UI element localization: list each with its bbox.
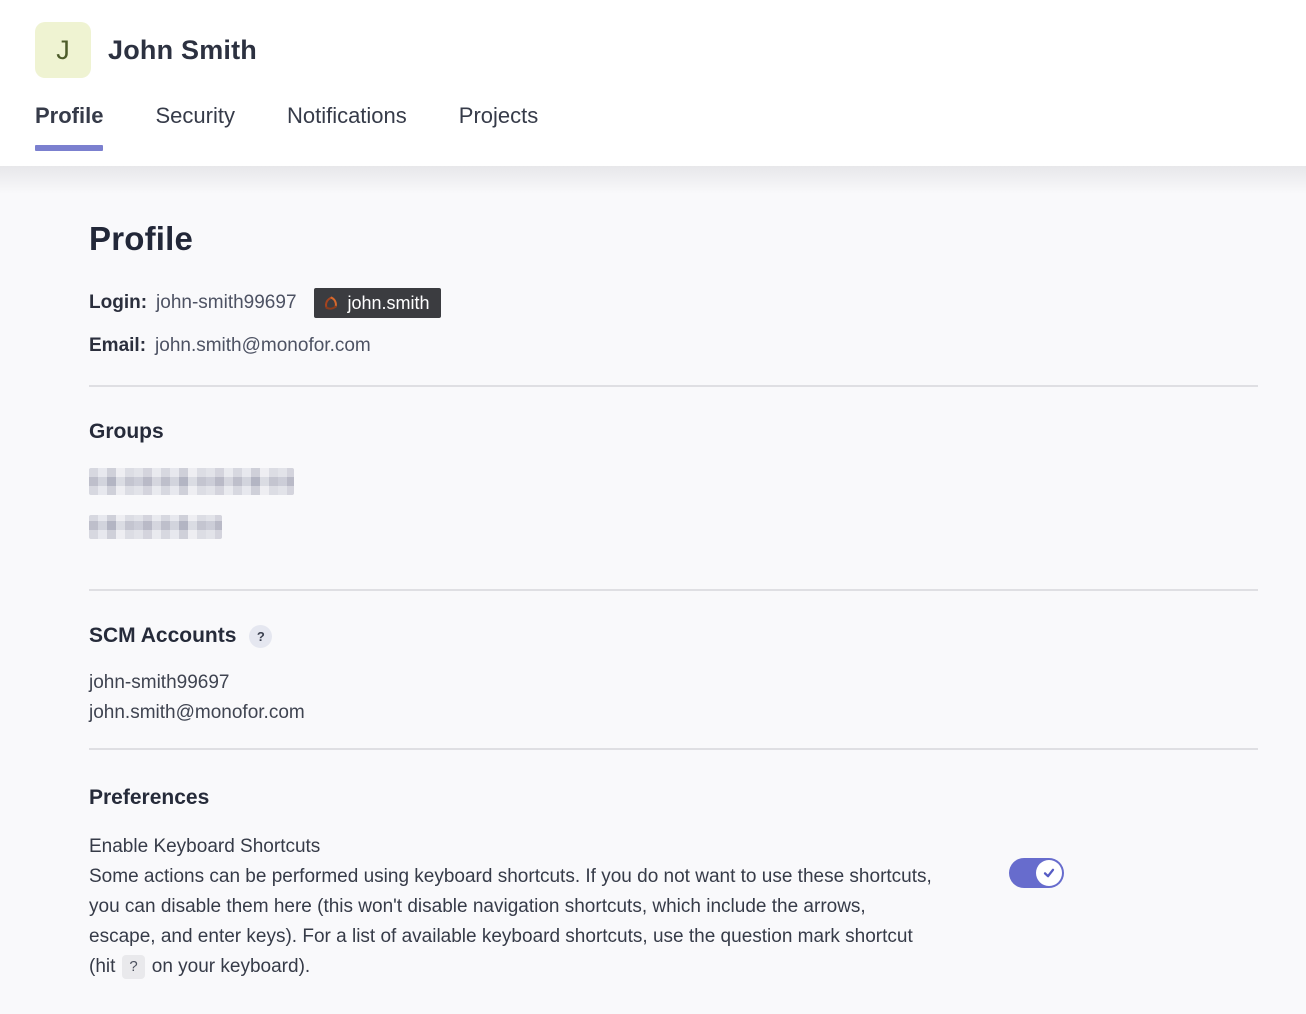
description-after-kbd: on your keyboard).: [152, 956, 310, 977]
tab-notifications[interactable]: Notifications: [287, 102, 407, 130]
groups-heading-label: Groups: [89, 420, 164, 444]
login-label: Login:: [89, 292, 147, 314]
page-title: Profile: [89, 220, 1306, 258]
user-name: John Smith: [108, 35, 257, 66]
keyboard-shortcuts-description: Some actions can be performed using keyb…: [89, 862, 934, 982]
group-item-redacted: [89, 515, 222, 539]
login-row: Login: john-smith99697 john.smith: [89, 288, 1306, 318]
provider-triangle-knot-icon: [321, 293, 341, 313]
keyboard-shortcuts-toggle[interactable]: [1009, 858, 1064, 888]
scm-account: john.smith@monofor.com: [89, 698, 1306, 728]
email-value: john.smith@monofor.com: [155, 335, 371, 357]
preferences-heading: Preferences: [89, 786, 1306, 810]
section-divider: [89, 589, 1258, 591]
kbd-question-mark: ?: [122, 955, 144, 979]
scm-accounts-heading-label: SCM Accounts: [89, 624, 236, 648]
toggle-knob: [1036, 860, 1062, 886]
avatar-letter: J: [56, 35, 70, 66]
scm-accounts-heading: SCM Accounts ?: [89, 624, 1306, 648]
scm-accounts-list: john-smith99697 john.smith@monofor.com: [89, 668, 1306, 728]
tab-projects[interactable]: Projects: [459, 102, 538, 130]
keyboard-shortcuts-label: Enable Keyboard Shortcuts: [89, 832, 934, 862]
section-divider: [89, 748, 1258, 750]
section-divider: [89, 385, 1258, 387]
scm-account: john-smith99697: [89, 668, 1306, 698]
avatar: J: [35, 22, 91, 78]
groups-heading: Groups: [89, 420, 1306, 444]
login-value: john-smith99697: [156, 292, 296, 314]
profile-tabs: Profile Security Notifications Projects: [0, 102, 1306, 130]
tab-profile[interactable]: Profile: [35, 102, 103, 130]
profile-page: Profile Login: john-smith99697 john.smit…: [0, 220, 1306, 982]
preferences-heading-label: Preferences: [89, 786, 209, 810]
help-icon[interactable]: ?: [249, 625, 272, 648]
identity-provider-badge: john.smith: [314, 288, 441, 318]
user-header: J John Smith Profile Security Notificati…: [0, 0, 1306, 166]
email-row: Email: john.smith@monofor.com: [89, 335, 1306, 357]
group-item-redacted: [89, 468, 294, 495]
provider-login-label: john.smith: [348, 293, 430, 314]
check-icon: [1042, 866, 1056, 880]
tab-security[interactable]: Security: [155, 102, 234, 130]
keyboard-shortcuts-setting: Enable Keyboard Shortcuts Some actions c…: [89, 832, 1306, 982]
email-label: Email:: [89, 335, 146, 357]
